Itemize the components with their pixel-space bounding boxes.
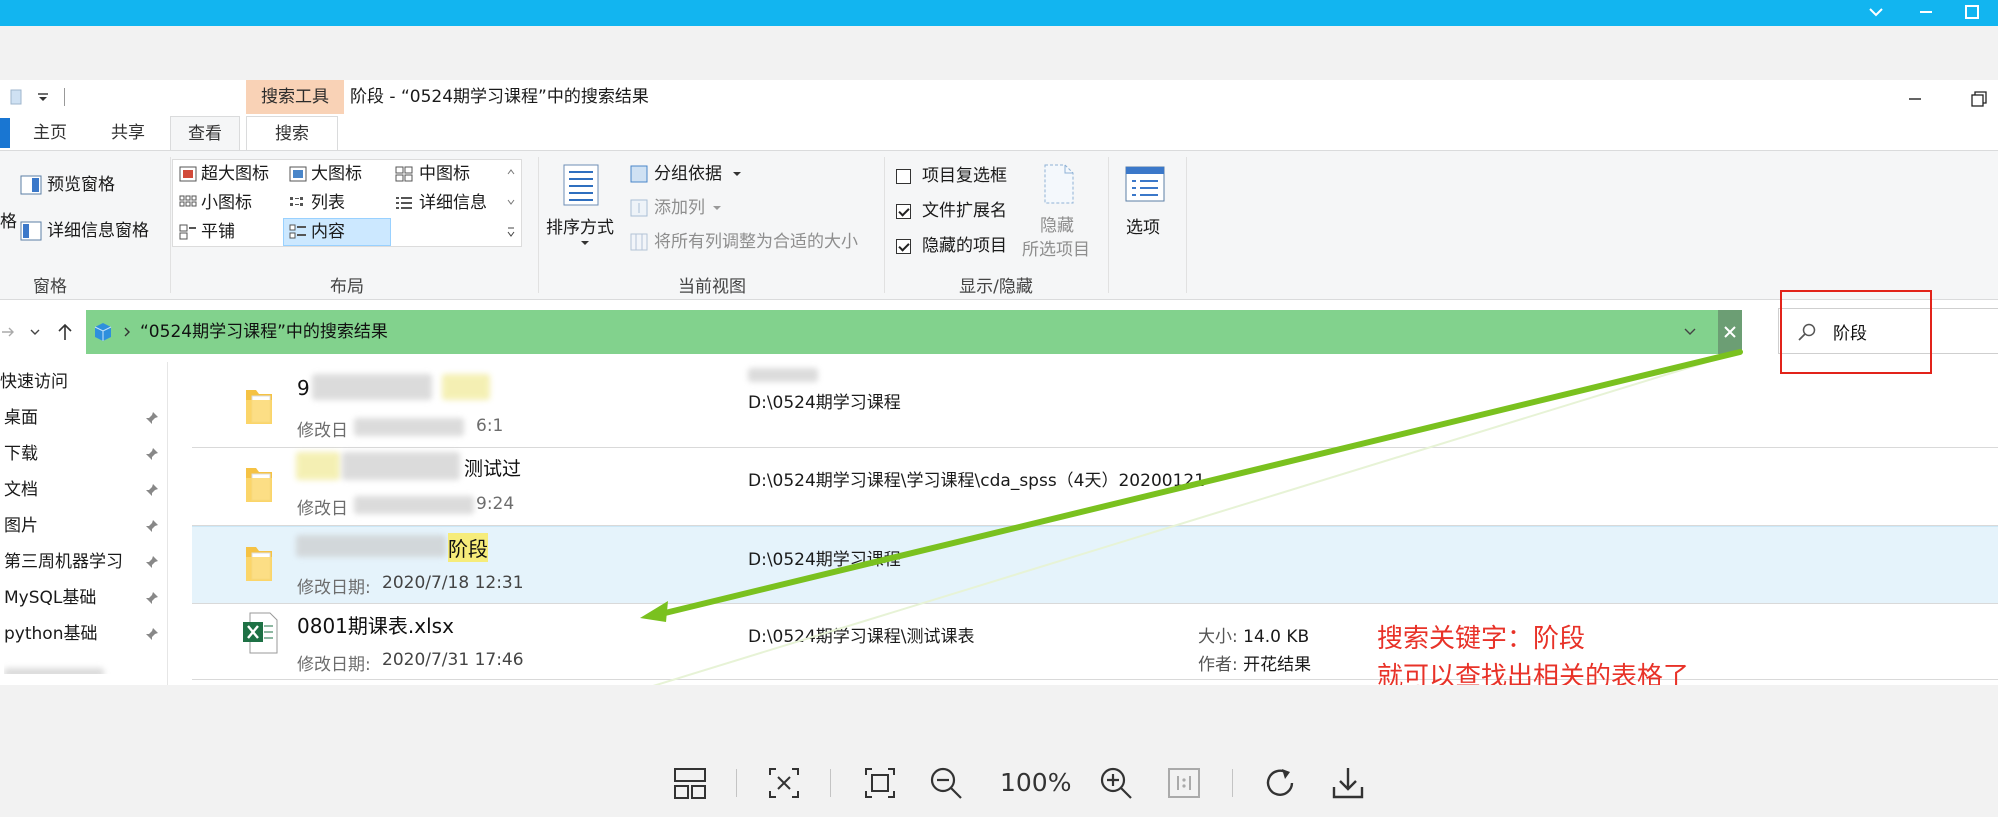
rotate-icon[interactable] (1260, 763, 1300, 803)
actual-frame-icon[interactable] (860, 763, 900, 803)
thumbnail-layout-icon[interactable] (670, 763, 710, 803)
zoom-level: 100% (1000, 768, 1072, 797)
minimize-icon[interactable] (1916, 2, 1936, 22)
zoom-out-icon[interactable] (926, 763, 966, 803)
annotation-text: 搜索关键字：阶段就可以查找出相关的表格了 (1377, 620, 1689, 685)
viewer-separator (830, 769, 831, 797)
file-explorer-window: 搜索工具 阶段 - “0524期学习课程”中的搜索结果 主页 共享 查看 搜索 … (0, 80, 1998, 685)
app-top-bar (0, 0, 1998, 26)
viewer-separator (736, 769, 737, 797)
image-viewer-toolbar: 100% (0, 685, 1998, 817)
annotation-line-1: 搜索关键字：阶段 (1377, 624, 1586, 654)
zoom-in-icon[interactable] (1096, 763, 1136, 803)
chevron-down-icon[interactable] (1866, 2, 1886, 22)
download-icon[interactable] (1328, 763, 1368, 803)
annotation-line-2: 就可以查找出相关的表格了 (1377, 662, 1690, 685)
viewer-separator (1232, 769, 1233, 797)
actual-size-icon (1168, 768, 1200, 798)
annotation-arrow (640, 349, 1743, 685)
maximize-icon[interactable] (1962, 2, 1982, 22)
fit-to-screen-icon[interactable] (764, 763, 804, 803)
